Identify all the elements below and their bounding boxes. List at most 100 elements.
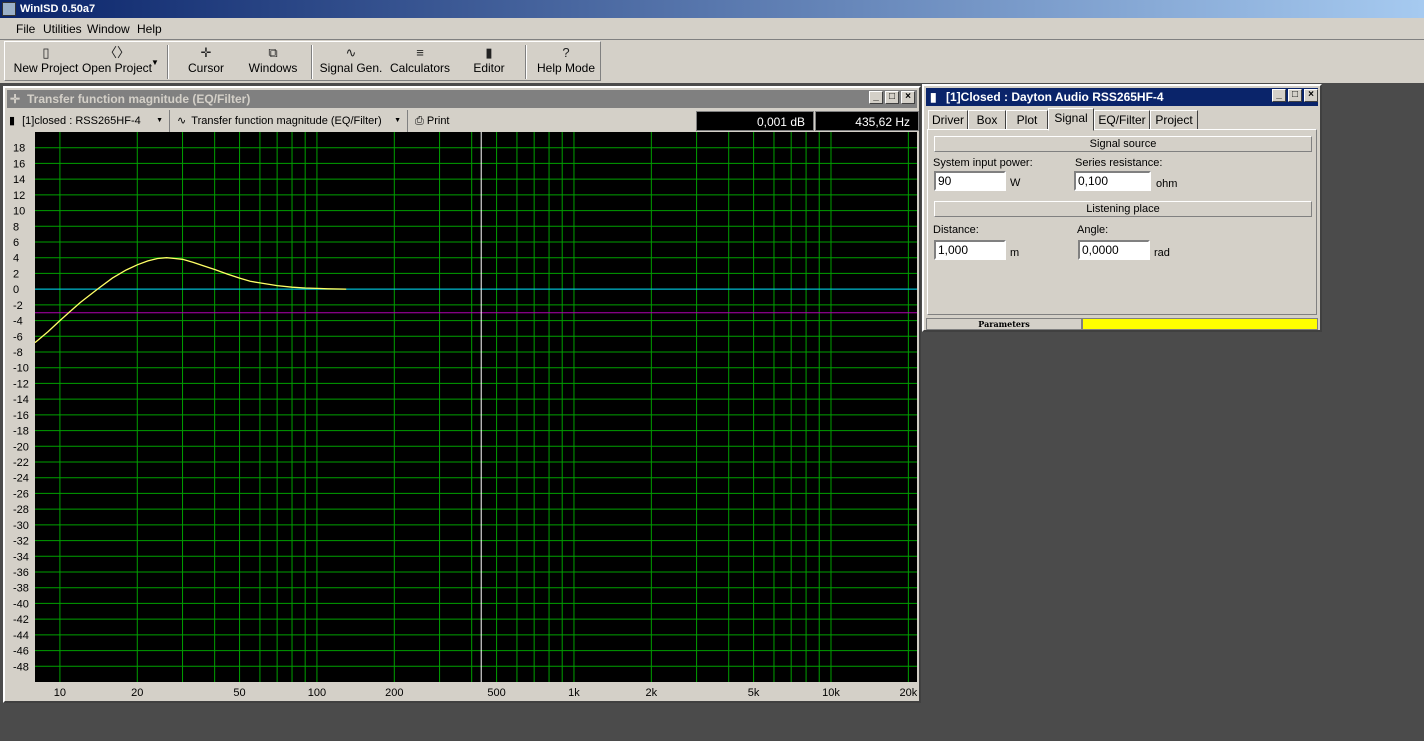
toolbar-separator: [311, 45, 313, 79]
y-tick-label: -34: [13, 551, 29, 563]
y-tick-label: -28: [13, 504, 29, 516]
windows-button[interactable]: ⧉ Windows: [243, 45, 303, 79]
readout-db: 0,001 dB: [696, 111, 814, 131]
maximize-button[interactable]: □: [1288, 89, 1302, 102]
y-tick-label: -30: [13, 520, 29, 532]
tab-driver[interactable]: Driver: [928, 110, 968, 130]
x-tick-label: 50: [233, 687, 245, 699]
chevron-down-icon: ▼: [394, 117, 401, 124]
plot-type-combo[interactable]: ∿ Transfer function magnitude (EQ/Filter…: [177, 110, 408, 132]
help-mode-label: Help Mode: [536, 61, 596, 75]
y-tick-label: -20: [13, 441, 29, 453]
menu-file[interactable]: File: [16, 22, 35, 36]
tab-signal[interactable]: Signal: [1048, 108, 1094, 131]
x-tick-label: 10k: [822, 687, 840, 699]
app-title-bar: WinISD 0.50a7: [0, 0, 1424, 18]
x-tick-label: 20k: [899, 687, 917, 699]
windows-icon: ⧉: [268, 45, 278, 60]
y-tick-label: -38: [13, 583, 29, 595]
readout-hz: 435,62 Hz: [815, 111, 919, 131]
props-window-title: [1]Closed : Dayton Audio RSS265HF-4: [946, 90, 1164, 104]
cursor-label: Cursor: [187, 61, 224, 75]
props-window: ▮ [1]Closed : Dayton Audio RSS265HF-4 _ □…: [922, 84, 1322, 332]
app-title: WinISD 0.50a7: [20, 3, 96, 15]
y-tick-label: 0: [13, 284, 19, 296]
sine-wave-icon: ∿: [345, 45, 357, 60]
menu-window[interactable]: Window: [87, 22, 130, 36]
angle-unit: rad: [1154, 247, 1170, 259]
speaker-icon: ▮: [485, 45, 493, 60]
menu-utilities[interactable]: Utilities: [43, 22, 82, 36]
open-project-button[interactable]: 〈〉 Open Project: [81, 45, 153, 79]
signal-panel: Signal source System input power: 90 W S…: [927, 129, 1317, 315]
x-tick-label: 20: [131, 687, 143, 699]
signal-gen-button[interactable]: ∿ Signal Gen.: [319, 45, 383, 79]
y-tick-label: 14: [13, 174, 25, 186]
y-tick-label: -12: [13, 378, 29, 390]
toolbar: ▯ New Project 〈〉 Open Project ▼ ✛ Cursor…: [4, 41, 601, 81]
props-window-titlebar: ▮ [1]Closed : Dayton Audio RSS265HF-4 _ □…: [926, 88, 1318, 106]
open-project-dropdown[interactable]: ▼: [151, 54, 159, 88]
plot-toolbar: ▮ [1]closed : RSS265HF-4 ▼ ∿ Transfer fu…: [7, 110, 919, 132]
y-tick-label: -24: [13, 473, 29, 485]
editor-button[interactable]: ▮ Editor: [463, 45, 515, 79]
y-tick-label: -36: [13, 567, 29, 579]
new-project-icon: ▯: [42, 45, 50, 60]
y-tick-label: -26: [13, 488, 29, 500]
folder-icon: 〈〉: [103, 45, 130, 60]
plot-window-title: Transfer function magnitude (EQ/Filter): [27, 92, 251, 106]
app-icon: [2, 2, 16, 16]
y-tick-label: -4: [13, 316, 23, 328]
tab-eq-filter[interactable]: EQ/Filter: [1094, 110, 1150, 130]
signal-source-header: Signal source: [934, 136, 1312, 152]
help-mode-button[interactable]: ? Help Mode: [533, 45, 599, 79]
project-combo[interactable]: ▮ [1]closed : RSS265HF-4 ▼: [9, 110, 170, 132]
signal-gen-label: Signal Gen.: [319, 61, 383, 75]
distance-field[interactable]: 1,000: [934, 240, 1006, 260]
plot-window-controls: _ □ ×: [867, 91, 915, 105]
series-resistance-label: Series resistance:: [1075, 157, 1163, 169]
cursor-button[interactable]: ✛ Cursor: [175, 45, 237, 79]
y-tick-label: -14: [13, 394, 29, 406]
tab-box[interactable]: Box: [968, 110, 1006, 130]
y-tick-label: -42: [13, 614, 29, 626]
tab-strip: Driver Box Plot Signal EQ/Filter Project: [928, 108, 1318, 131]
calculator-icon: ≡: [416, 45, 424, 60]
y-tick-label: -8: [13, 347, 23, 359]
angle-label: Angle:: [1077, 224, 1109, 236]
y-tick-label: 2: [13, 268, 19, 280]
y-tick-label: -44: [13, 630, 29, 642]
editor-label: Editor: [473, 61, 505, 75]
close-button[interactable]: ×: [1304, 89, 1318, 102]
distance-unit: m: [1010, 247, 1020, 259]
calculators-label: Calculators: [389, 61, 451, 75]
tab-project[interactable]: Project: [1150, 110, 1198, 130]
y-tick-label: 4: [13, 253, 19, 265]
magnitude-plot[interactable]: 181614121086420-2-4-6-8-10-12-14-16-18-2…: [7, 132, 917, 700]
menu-help[interactable]: Help: [137, 22, 162, 36]
print-button[interactable]: ⎙ Print: [415, 110, 475, 132]
minimize-button[interactable]: _: [1272, 89, 1286, 102]
sine-wave-icon: ∿: [177, 115, 187, 127]
question-icon: ?: [562, 45, 570, 60]
new-project-button[interactable]: ▯ New Project: [13, 45, 79, 79]
plot-background: [35, 132, 917, 682]
close-button[interactable]: ×: [901, 91, 915, 104]
minimize-button[interactable]: _: [869, 91, 883, 104]
calculators-button[interactable]: ≡ Calculators: [387, 45, 453, 79]
maximize-button[interactable]: □: [885, 91, 899, 104]
y-tick-label: -22: [13, 457, 29, 469]
y-tick-label: -48: [13, 661, 29, 673]
system-input-power-field[interactable]: 90: [934, 171, 1006, 191]
toolbar-separator: [167, 45, 169, 79]
y-tick-label: -16: [13, 410, 29, 422]
plot-window-titlebar: ✛ Transfer function magnitude (EQ/Filter…: [7, 90, 917, 108]
series-resistance-field[interactable]: 0,100: [1074, 171, 1151, 191]
angle-field[interactable]: 0,0000: [1078, 240, 1150, 260]
tab-plot[interactable]: Plot: [1006, 110, 1048, 130]
printer-icon: ⎙: [415, 115, 424, 127]
y-tick-label: -2: [13, 300, 23, 312]
crosshair-icon: ✛: [10, 92, 21, 106]
y-tick-label: -6: [13, 331, 23, 343]
crosshair-icon: ✛: [200, 45, 212, 60]
